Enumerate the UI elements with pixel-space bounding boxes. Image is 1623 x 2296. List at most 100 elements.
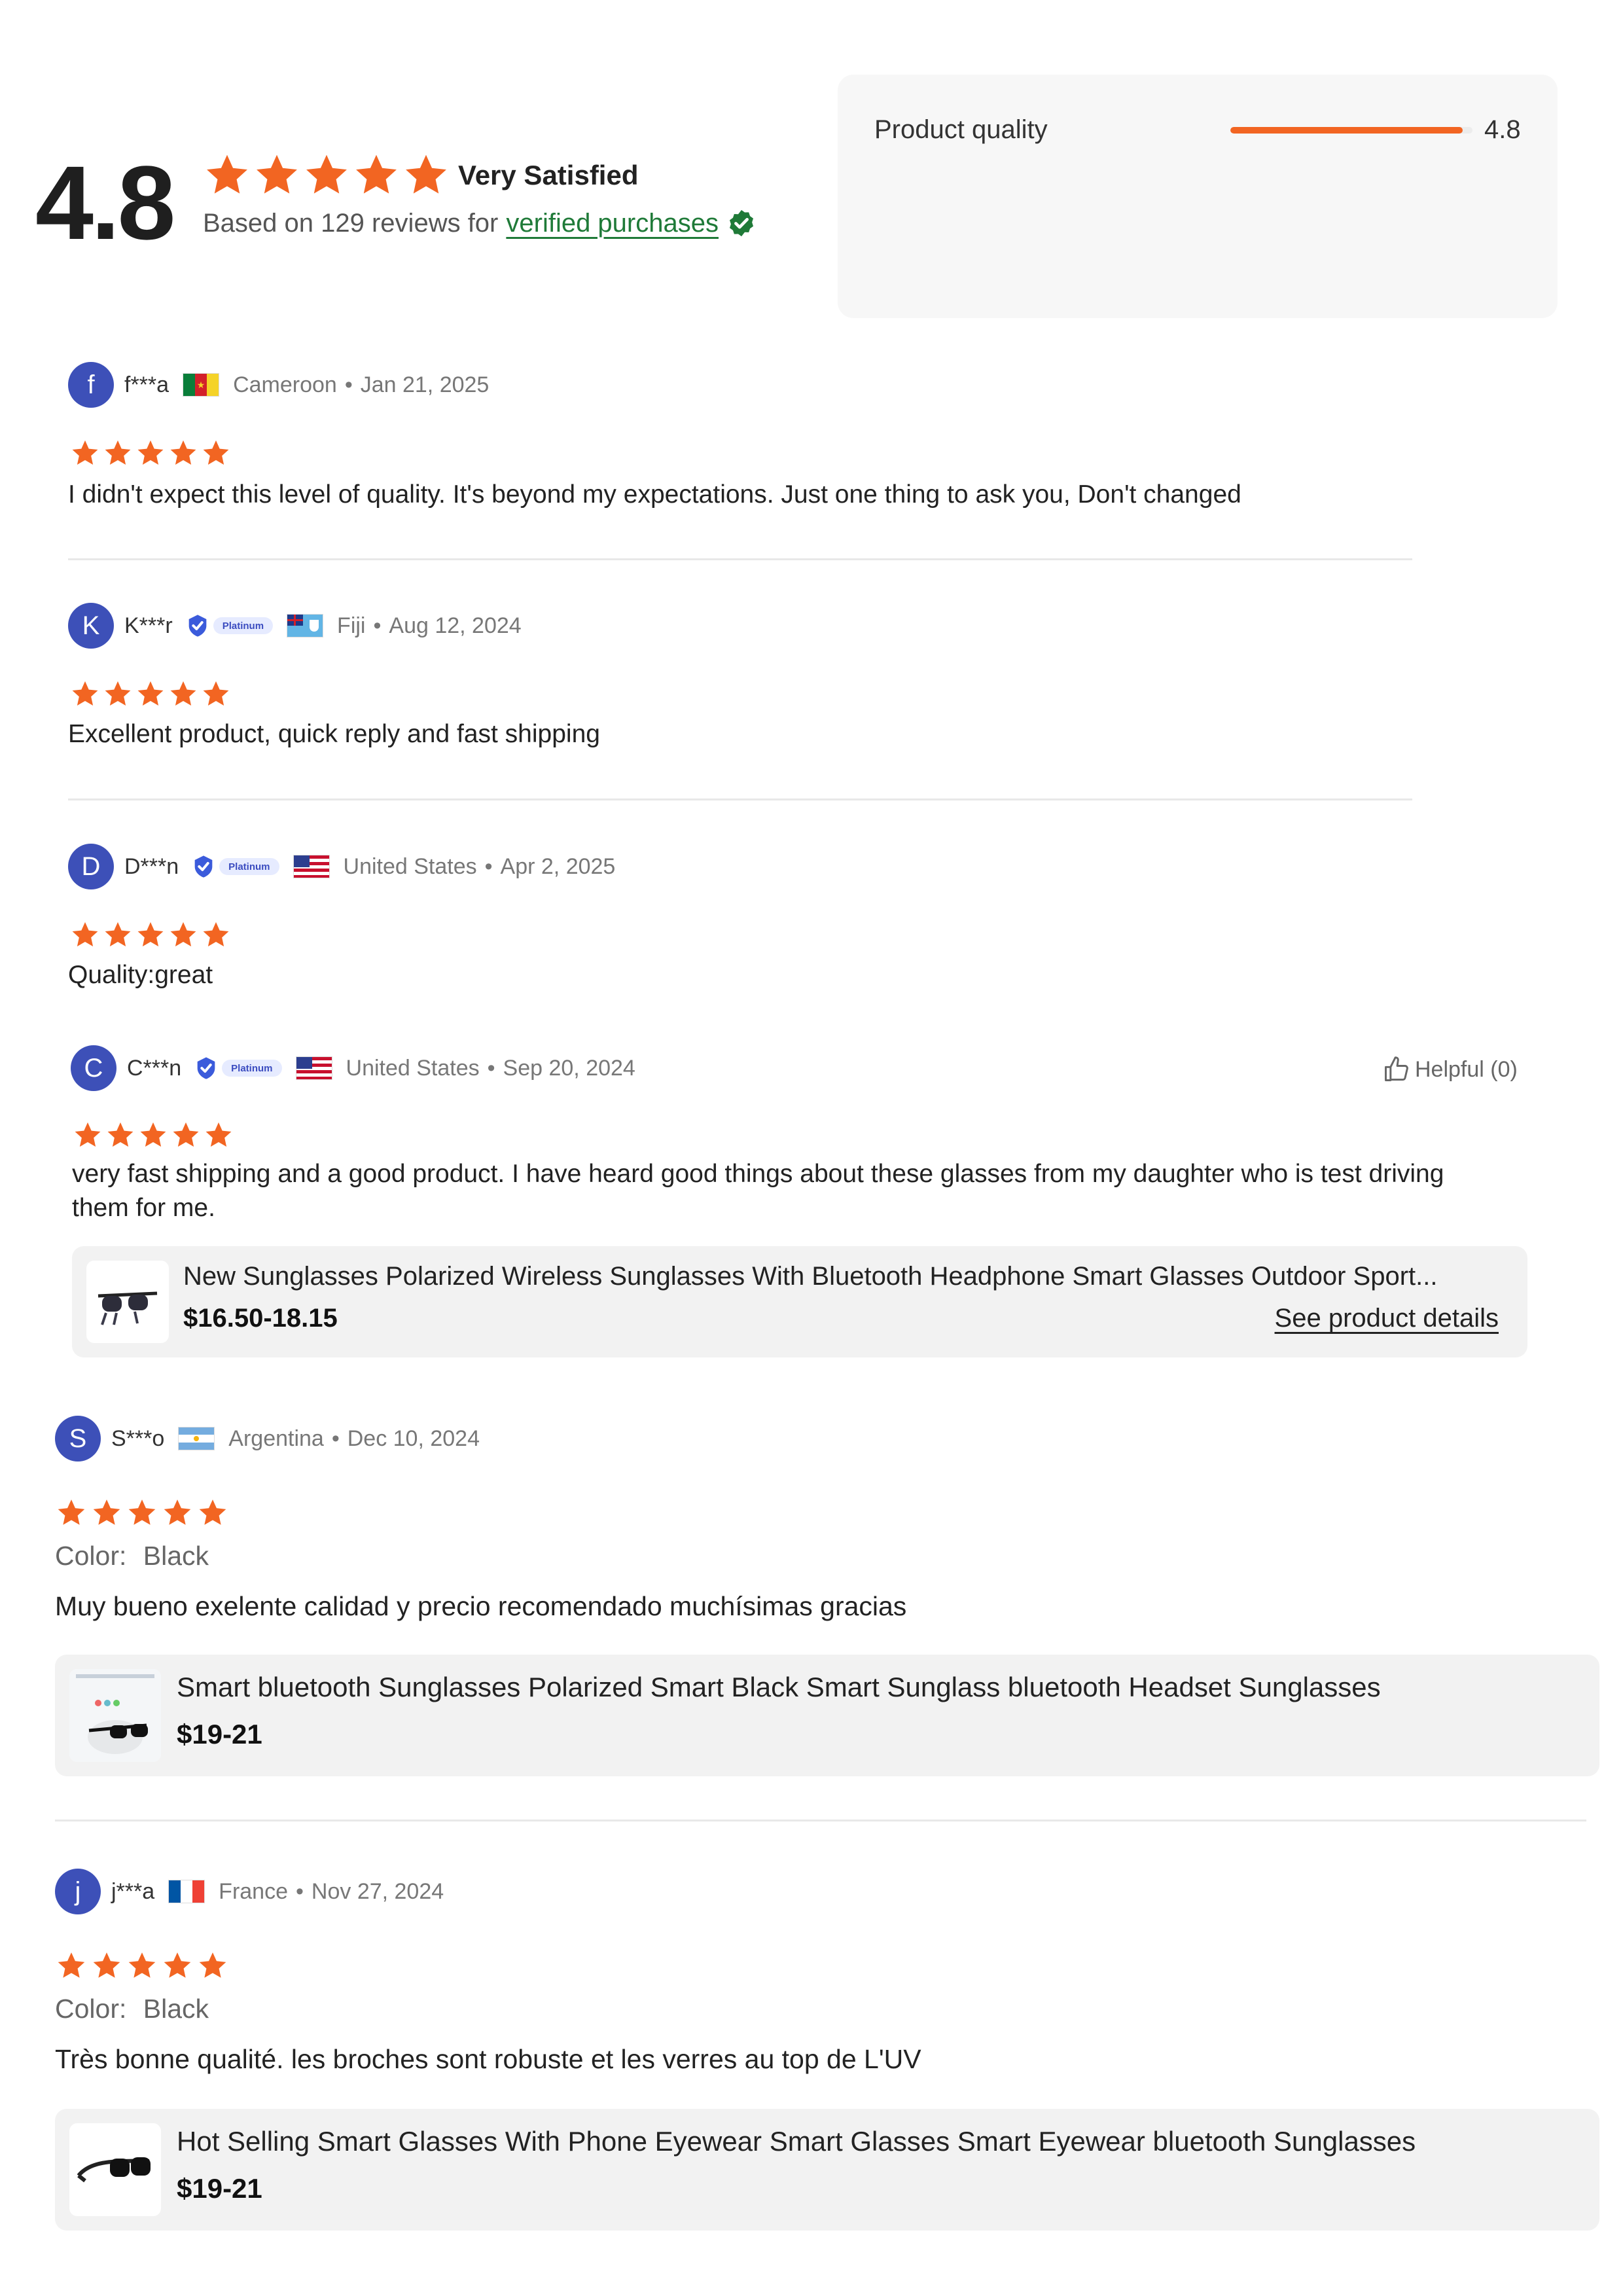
star-icon <box>103 439 132 467</box>
helpful-button[interactable]: Helpful (0) <box>1382 1055 1518 1084</box>
reviewer-name: f***a <box>124 372 169 397</box>
platinum-shield-icon <box>193 1055 219 1081</box>
fiji-flag-icon <box>287 615 323 637</box>
review-date: Jan 21, 2025 <box>360 372 490 397</box>
color-label: Color: <box>55 1994 127 2024</box>
platinum-badge: Platinum <box>193 1055 282 1081</box>
quality-panel: Product quality 4.8 <box>838 75 1558 318</box>
separator-dot: • <box>296 1878 304 1904</box>
color-label: Color: <box>55 1541 127 1571</box>
star-icon <box>56 1498 86 1528</box>
reviewer-name: K***r <box>124 613 173 638</box>
avatar: f <box>68 362 114 408</box>
product-title[interactable]: New Sunglasses Polarized Wireless Sungla… <box>183 1262 1499 1291</box>
product-quality-bar-fill <box>1230 127 1463 134</box>
review-header: f f***a ★ Cameroon • Jan 21, 2025 <box>68 360 1508 410</box>
separator-dot: • <box>484 853 493 879</box>
star-icon <box>171 1121 200 1149</box>
product-title[interactable]: Smart bluetooth Sunglasses Polarized Sma… <box>177 1672 1584 1703</box>
reviewer-country: United States <box>346 1055 480 1081</box>
review-date: Apr 2, 2025 <box>500 853 616 879</box>
reviewer-name: D***n <box>124 853 179 879</box>
star-icon <box>202 679 230 708</box>
star-icon <box>162 1950 192 1981</box>
avatar: j <box>55 1869 101 1914</box>
platinum-label: Platinum <box>219 858 279 875</box>
see-product-details-link[interactable]: See product details <box>1275 1304 1499 1333</box>
review-card: C C***n Platinum United States • Sep 20,… <box>71 1043 1510 1093</box>
star-icon <box>136 920 165 949</box>
product-thumbnail <box>69 2123 161 2216</box>
star-icon <box>198 1498 228 1528</box>
star-icon <box>136 439 165 467</box>
product-quality-bar <box>1230 127 1472 134</box>
platinum-label: Platinum <box>222 1060 282 1077</box>
review-divider <box>68 558 1412 560</box>
review-date: Nov 27, 2024 <box>311 1878 444 1904</box>
review-text: very fast shipping and a good product. I… <box>72 1160 1444 1222</box>
product-quality-label: Product quality <box>874 115 1048 144</box>
star-icon <box>254 152 300 198</box>
platinum-badge: Platinum <box>190 853 279 880</box>
review-stars <box>73 1121 233 1149</box>
star-icon <box>198 1950 228 1981</box>
platinum-shield-icon <box>190 853 217 880</box>
review-text: Muy bueno exelente calidad y precio reco… <box>55 1591 907 1621</box>
france-flag-icon <box>169 1880 205 1903</box>
product-price: $19-21 <box>177 1719 262 1749</box>
star-icon <box>204 1121 233 1149</box>
separator-dot: • <box>373 613 382 638</box>
star-icon <box>169 439 198 467</box>
product-card[interactable]: Smart bluetooth Sunglasses Polarized Sma… <box>55 1655 1599 1776</box>
review-divider <box>68 798 1412 800</box>
satisfaction-label: Very Satisfied <box>458 160 639 190</box>
reviewer-name: S***o <box>111 1426 165 1451</box>
review-date: Aug 12, 2024 <box>389 613 522 638</box>
review-text: Quality:great <box>68 961 213 989</box>
verified-purchases-link[interactable]: verified purchases <box>506 209 719 238</box>
us-flag-icon <box>293 855 329 878</box>
star-icon <box>71 920 99 949</box>
review-card: D D***n Platinum United States • Apr 2, … <box>68 842 1508 891</box>
color-variant: Color: Black <box>55 1541 209 1571</box>
review-card: S S***o Argentina • Dec 10, 2024 <box>55 1414 1495 1463</box>
product-card[interactable]: Hot Selling Smart Glasses With Phone Eye… <box>55 2109 1599 2231</box>
verified-check-icon <box>729 209 754 237</box>
sunglasses-icon <box>77 2157 151 2183</box>
star-icon <box>169 679 198 708</box>
star-icon <box>71 439 99 467</box>
sunglasses-icon <box>69 1669 161 1762</box>
review-divider <box>55 1820 1586 1821</box>
star-icon <box>92 1950 122 1981</box>
star-icon <box>162 1498 192 1528</box>
star-icon <box>136 679 165 708</box>
review-stars <box>56 1950 228 1981</box>
color-variant: Color: Black <box>55 1994 209 2024</box>
review-card: j j***a France • Nov 27, 2024 <box>55 1867 1495 1916</box>
review-date: Dec 10, 2024 <box>347 1426 480 1451</box>
product-title[interactable]: Hot Selling Smart Glasses With Phone Eye… <box>177 2126 1584 2157</box>
review-header: D D***n Platinum United States • Apr 2, … <box>68 842 1508 891</box>
review-stars <box>71 439 230 467</box>
based-on-prefix: Based on 129 reviews for <box>203 208 499 238</box>
separator-dot: • <box>344 372 353 397</box>
review-card: K K***r Platinum Fiji • Aug 12, 2024 <box>68 601 1508 651</box>
star-icon <box>103 679 132 708</box>
review-text: Excellent product, quick reply and fast … <box>68 720 600 748</box>
review-text: Très bonne qualité. les broches sont rob… <box>55 2044 921 2074</box>
product-card[interactable]: New Sunglasses Polarized Wireless Sungla… <box>72 1246 1527 1357</box>
platinum-shield-icon <box>185 613 211 639</box>
review-card: f f***a ★ Cameroon • Jan 21, 2025 <box>68 360 1508 410</box>
reviewer-name: C***n <box>127 1055 182 1081</box>
product-price: $16.50-18.15 <box>183 1304 338 1333</box>
star-icon <box>73 1121 102 1149</box>
star-icon <box>204 152 250 198</box>
separator-dot: • <box>331 1426 340 1451</box>
star-icon <box>127 1498 157 1528</box>
helpful-label: Helpful (0) <box>1415 1056 1518 1082</box>
review-header: C C***n Platinum United States • Sep 20,… <box>71 1043 1510 1093</box>
based-on-text: Based on 129 reviews for verified purcha… <box>203 208 757 238</box>
star-icon <box>106 1121 135 1149</box>
star-icon <box>169 920 198 949</box>
star-icon <box>92 1498 122 1528</box>
